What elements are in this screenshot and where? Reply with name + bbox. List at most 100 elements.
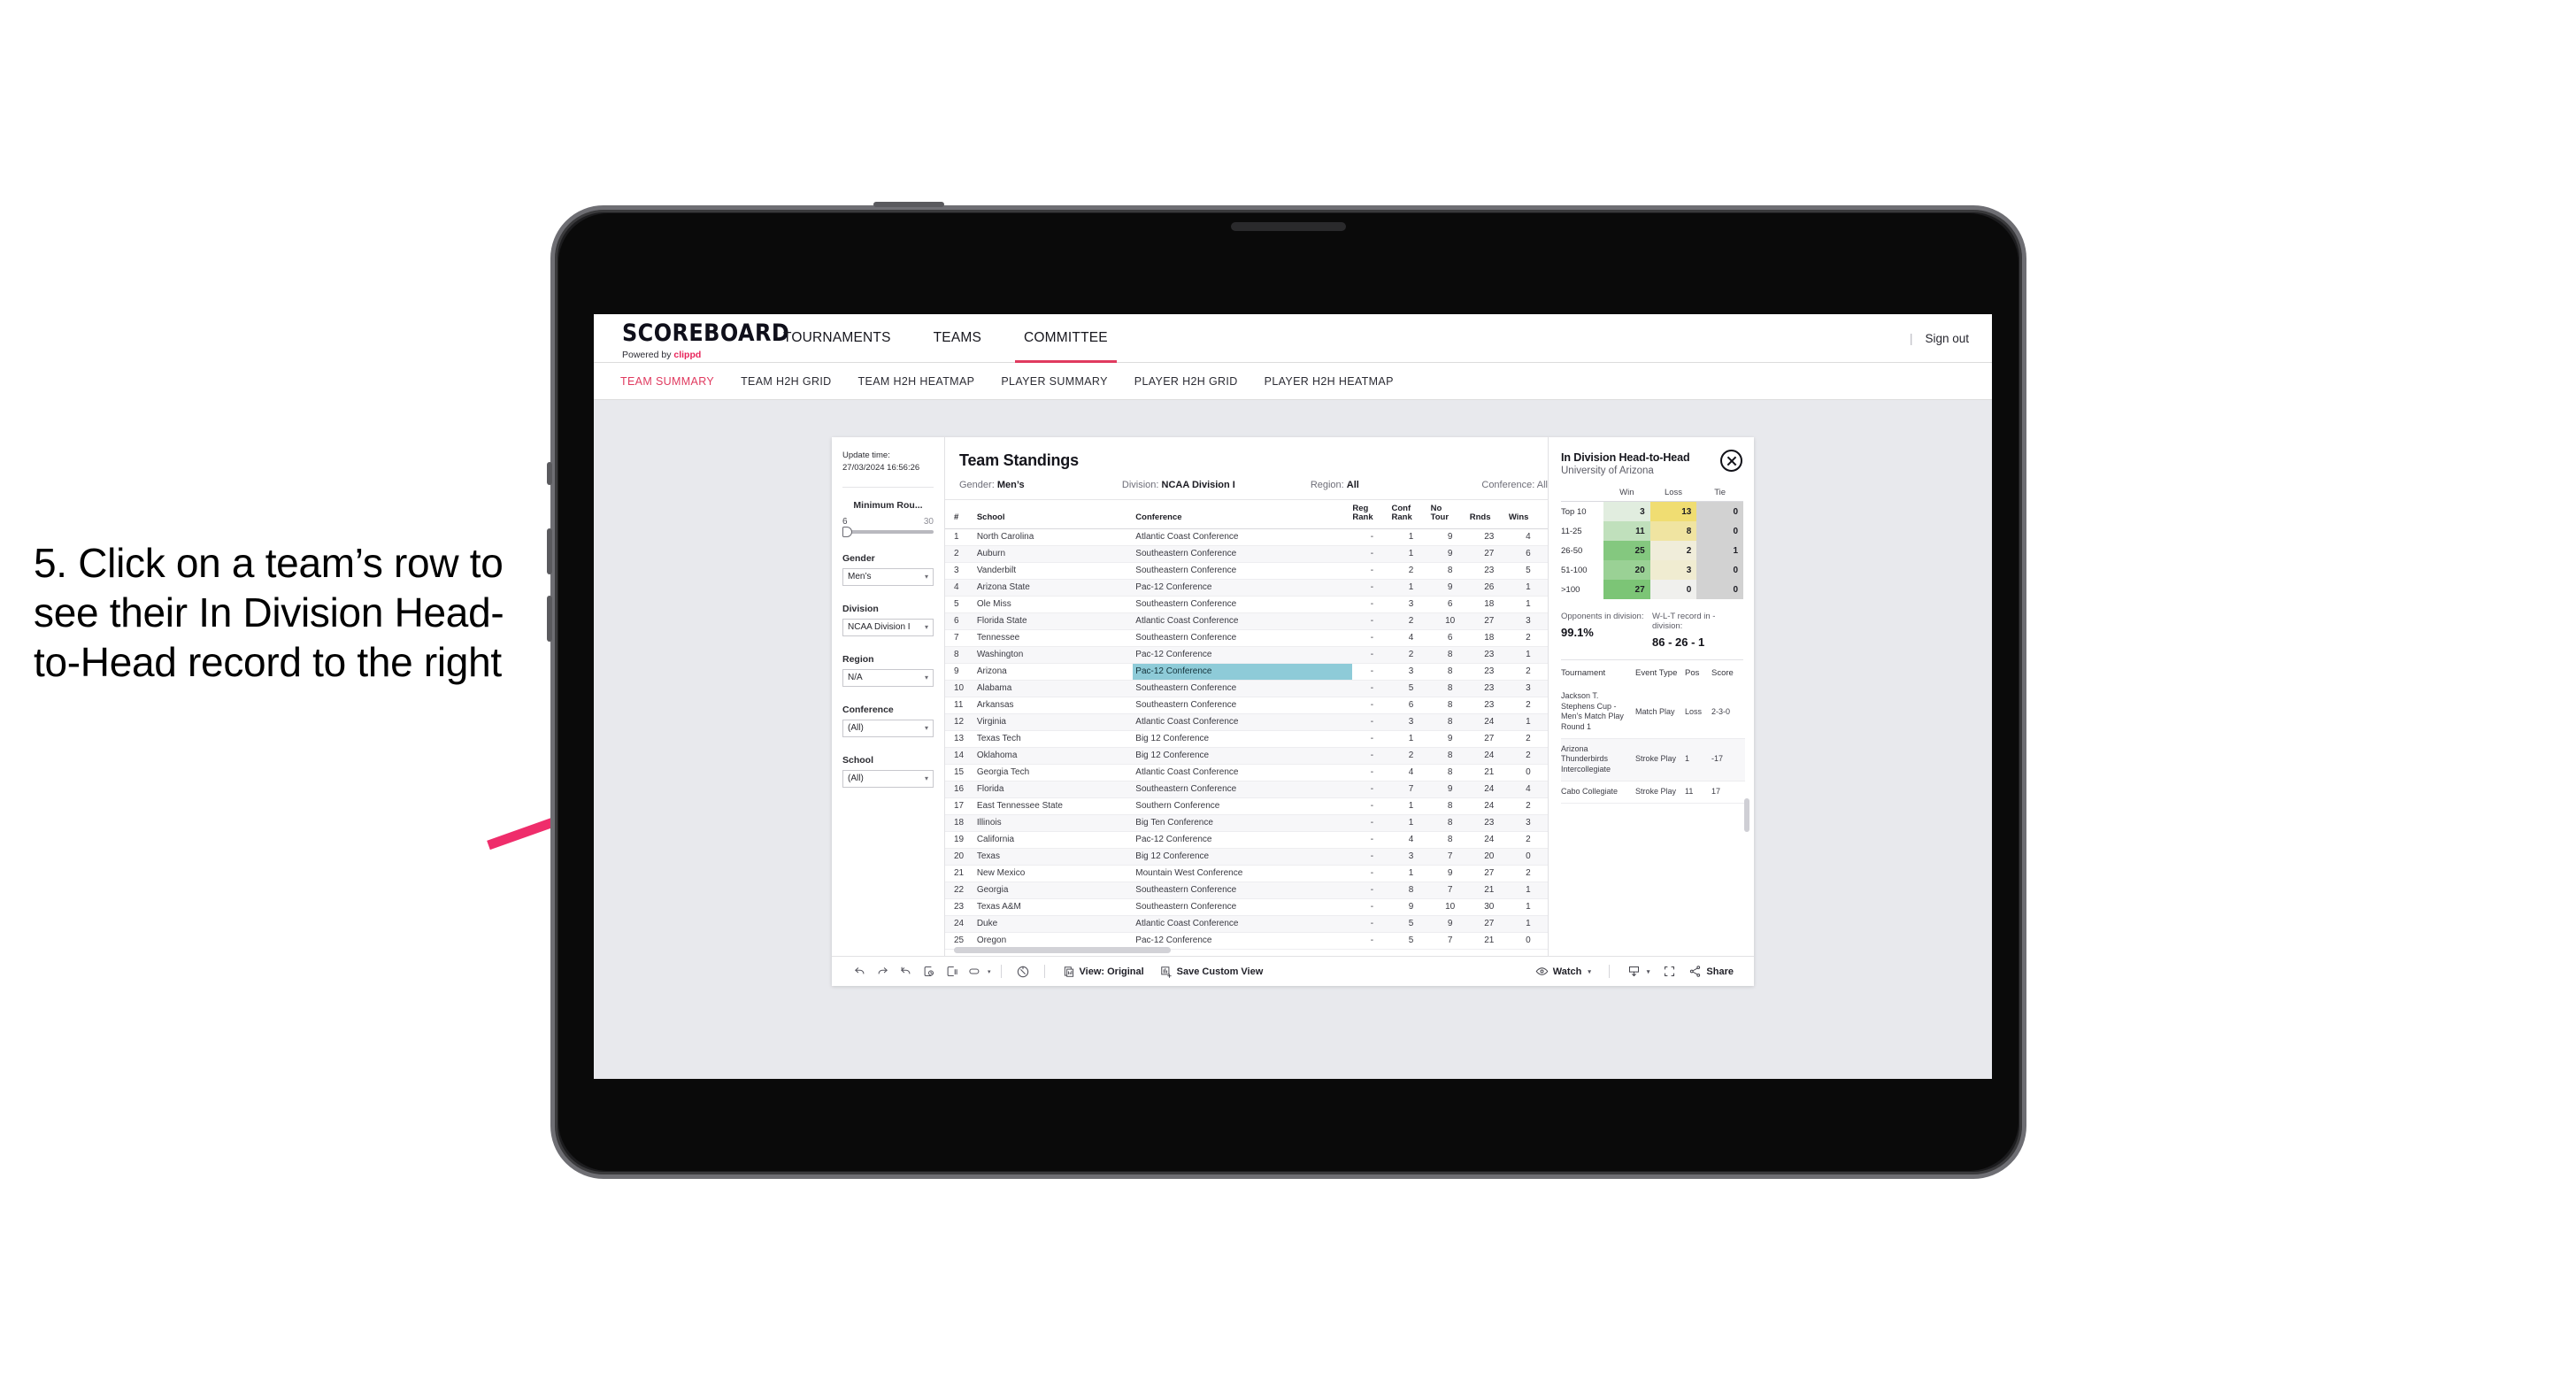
table-row[interactable]: 8 Washington Pac-12 Conference -2 8 23 1 bbox=[945, 646, 1548, 664]
table-row[interactable]: 9 Arizona Pac-12 Conference -3 8 23 2 bbox=[945, 663, 1548, 681]
tab-team-summary[interactable]: TEAM SUMMARY bbox=[620, 375, 734, 388]
tab-team-h2h-heatmap[interactable]: TEAM H2H HEATMAP bbox=[858, 375, 995, 388]
standings-table-wrapper[interactable]: # School Conference Reg Rank Conf Rank N… bbox=[945, 500, 1548, 956]
watch-button[interactable]: Watch ▾ bbox=[1527, 965, 1599, 978]
chevron-down-icon[interactable]: ▾ bbox=[1647, 968, 1650, 975]
view-original-button[interactable]: View: Original bbox=[1055, 966, 1152, 978]
fullscreen-icon[interactable] bbox=[1657, 960, 1680, 983]
col-reg-rank[interactable]: Reg Rank bbox=[1352, 500, 1392, 529]
table-row[interactable]: 11 Arkansas Southeastern Conference -6 8 23 2 bbox=[945, 697, 1548, 714]
filter-gender: Gender Men’s ▾ bbox=[842, 553, 934, 586]
cell-conference: Pac-12 Conference bbox=[1133, 663, 1353, 681]
filter-gender-select[interactable]: Men’s ▾ bbox=[842, 567, 934, 586]
table-row[interactable]: 14 Oklahoma Big 12 Conference -2 8 24 2 bbox=[945, 747, 1548, 765]
cell-wins: 6 bbox=[1508, 545, 1548, 563]
redo-icon[interactable] bbox=[871, 960, 894, 983]
close-icon[interactable] bbox=[1720, 450, 1742, 472]
cell-rank: 24 bbox=[945, 915, 977, 933]
table-row[interactable]: 1 North Carolina Atlantic Coast Conference… bbox=[945, 528, 1548, 546]
tournament-row[interactable]: Arizona Thunderbirds Intercollegiate Stro… bbox=[1561, 738, 1745, 782]
table-row[interactable]: 10 Alabama Southeastern Conference -5 8 23 3 bbox=[945, 680, 1548, 697]
brand-logo[interactable]: SCOREBOARD Powered by clippd bbox=[594, 314, 789, 362]
table-row[interactable]: 5 Ole Miss Southeastern Conference -3 6 18 1 bbox=[945, 596, 1548, 613]
stat-wlt-label: W-L-T record in -division: bbox=[1652, 612, 1716, 631]
cell-conference: Atlantic Coast Conference bbox=[1133, 915, 1353, 933]
tournament-row[interactable]: Cabo Collegiate Stroke Play 11 17 bbox=[1561, 781, 1745, 804]
table-row[interactable]: 18 Illinois Big Ten Conference -1 8 23 3 bbox=[945, 814, 1548, 832]
cell-wins: 2 bbox=[1508, 865, 1548, 882]
filter-sidebar: Update time: 27/03/2024 16:56:26 Minimum… bbox=[832, 437, 945, 956]
cell-reg-rank: - bbox=[1352, 814, 1392, 832]
col-wins-label: Wins bbox=[1508, 512, 1529, 523]
tournament-score: -17 bbox=[1711, 738, 1745, 782]
table-row[interactable]: 6 Florida State Atlantic Coast Conference -… bbox=[945, 612, 1548, 630]
undo-icon[interactable] bbox=[848, 960, 871, 983]
col-conference[interactable]: Conference bbox=[1133, 500, 1353, 529]
table-row[interactable]: 15 Georgia Tech Atlantic Coast Conference -… bbox=[945, 764, 1548, 782]
col-wins[interactable]: Wins bbox=[1508, 500, 1548, 529]
tournament-scrollbar[interactable] bbox=[1744, 798, 1749, 832]
filter-division-select[interactable]: NCAA Division I ▾ bbox=[842, 618, 934, 636]
slider-handle[interactable] bbox=[842, 526, 852, 537]
tournament-event-type: Match Play bbox=[1635, 686, 1685, 739]
filter-region-select[interactable]: N/A ▾ bbox=[842, 668, 934, 687]
table-row[interactable]: 21 New Mexico Mountain West Conference -1 9 2… bbox=[945, 865, 1548, 882]
cell-wins: 0 bbox=[1508, 932, 1548, 950]
cell-conference: Mountain West Conference bbox=[1133, 865, 1353, 882]
chevron-down-icon[interactable]: ▾ bbox=[988, 968, 991, 975]
download-button[interactable]: ▾ bbox=[1619, 965, 1658, 978]
col-school[interactable]: School bbox=[976, 500, 1134, 529]
table-row[interactable]: 23 Texas A&M Southeastern Conference -9 10 30… bbox=[945, 898, 1548, 916]
filter-conference-select[interactable]: (All) ▾ bbox=[842, 719, 934, 737]
refresh-data-icon[interactable] bbox=[917, 960, 940, 983]
cell-conf-rank: 8 bbox=[1391, 882, 1431, 899]
col-conf-rank[interactable]: Conf Rank bbox=[1391, 500, 1431, 529]
table-row[interactable]: 2 Auburn Southeastern Conference -1 9 27 6 bbox=[945, 545, 1548, 563]
chevron-down-icon[interactable]: ▾ bbox=[1588, 968, 1591, 975]
minimum-rounds-slider[interactable] bbox=[842, 526, 934, 537]
cell-conf-rank: 1 bbox=[1391, 528, 1431, 546]
col-no-tour[interactable]: No Tour bbox=[1430, 500, 1470, 529]
slider-range-labels: 6 30 bbox=[842, 517, 934, 527]
col-rnds[interactable]: Rnds bbox=[1469, 500, 1509, 529]
h2h-table-body: Top 10 3 13 0 11-25 11 8 0 26-50 25 2 1 51-100 20 3 0 >1… bbox=[1561, 501, 1743, 599]
filter-school-select[interactable]: (All) ▾ bbox=[842, 769, 934, 788]
h2h-col-win: Win bbox=[1619, 488, 1634, 497]
table-row[interactable]: 16 Florida Southeastern Conference -7 9 24 4 bbox=[945, 781, 1548, 798]
table-row[interactable]: 24 Duke Atlantic Coast Conference -5 9 27 1 bbox=[945, 915, 1548, 933]
table-row[interactable]: 4 Arizona State Pac-12 Conference -1 9 26 1 bbox=[945, 579, 1548, 597]
share-button[interactable]: Share bbox=[1680, 965, 1742, 978]
tournament-row[interactable]: Jackson T. Stephens Cup - Men’s Match Pl… bbox=[1561, 686, 1745, 739]
cell-conference: Pac-12 Conference bbox=[1133, 646, 1353, 664]
signout-link[interactable]: Sign out bbox=[1925, 332, 1969, 345]
tab-player-summary[interactable]: PLAYER SUMMARY bbox=[1001, 375, 1127, 388]
nav-item-tournaments[interactable]: TOURNAMENTS bbox=[762, 314, 912, 362]
nav-item-committee[interactable]: COMMITTEE bbox=[1003, 314, 1129, 363]
tab-player-h2h-heatmap[interactable]: PLAYER H2H HEATMAP bbox=[1265, 375, 1413, 388]
pause-updates-icon[interactable] bbox=[940, 960, 963, 983]
table-row[interactable]: 19 California Pac-12 Conference -4 8 24 2 bbox=[945, 831, 1548, 849]
cell-reg-rank: - bbox=[1352, 797, 1392, 815]
table-row[interactable]: 13 Texas Tech Big 12 Conference -1 9 27 2 bbox=[945, 730, 1548, 748]
brand-clippd-label: clippd bbox=[673, 349, 702, 360]
filter-school-value: (All) bbox=[848, 774, 864, 784]
horizontal-scrollbar[interactable] bbox=[954, 947, 1171, 953]
h2h-row: >100 27 0 0 bbox=[1561, 580, 1743, 599]
save-custom-view-button[interactable]: Save Custom View bbox=[1152, 966, 1272, 978]
nav-item-teams[interactable]: TEAMS bbox=[912, 314, 1003, 362]
cell-conf-rank: 2 bbox=[1391, 612, 1431, 630]
table-row[interactable]: 20 Texas Big 12 Conference -3 7 20 0 bbox=[945, 848, 1548, 866]
table-row[interactable]: 22 Georgia Southeastern Conference -8 7 21 1 bbox=[945, 882, 1548, 899]
table-row[interactable]: 12 Virginia Atlantic Coast Conference -3 8 24… bbox=[945, 713, 1548, 731]
table-row[interactable]: 7 Tennessee Southeastern Conference -4 6 18 2 bbox=[945, 629, 1548, 647]
revert-icon[interactable] bbox=[894, 960, 917, 983]
tab-player-h2h-grid[interactable]: PLAYER H2H GRID bbox=[1134, 375, 1257, 388]
highlight-icon[interactable] bbox=[963, 960, 986, 983]
cell-wins: 1 bbox=[1508, 898, 1548, 916]
cell-rnds: 18 bbox=[1469, 629, 1509, 647]
tab-team-h2h-grid[interactable]: TEAM H2H GRID bbox=[741, 375, 850, 388]
table-row[interactable]: 3 Vanderbilt Southeastern Conference -2 8 23 5 bbox=[945, 562, 1548, 580]
col-rank[interactable]: # bbox=[945, 500, 977, 529]
table-row[interactable]: 17 East Tennessee State Southern Conferenc… bbox=[945, 797, 1548, 815]
pause-auto-update-icon[interactable] bbox=[1011, 960, 1034, 983]
